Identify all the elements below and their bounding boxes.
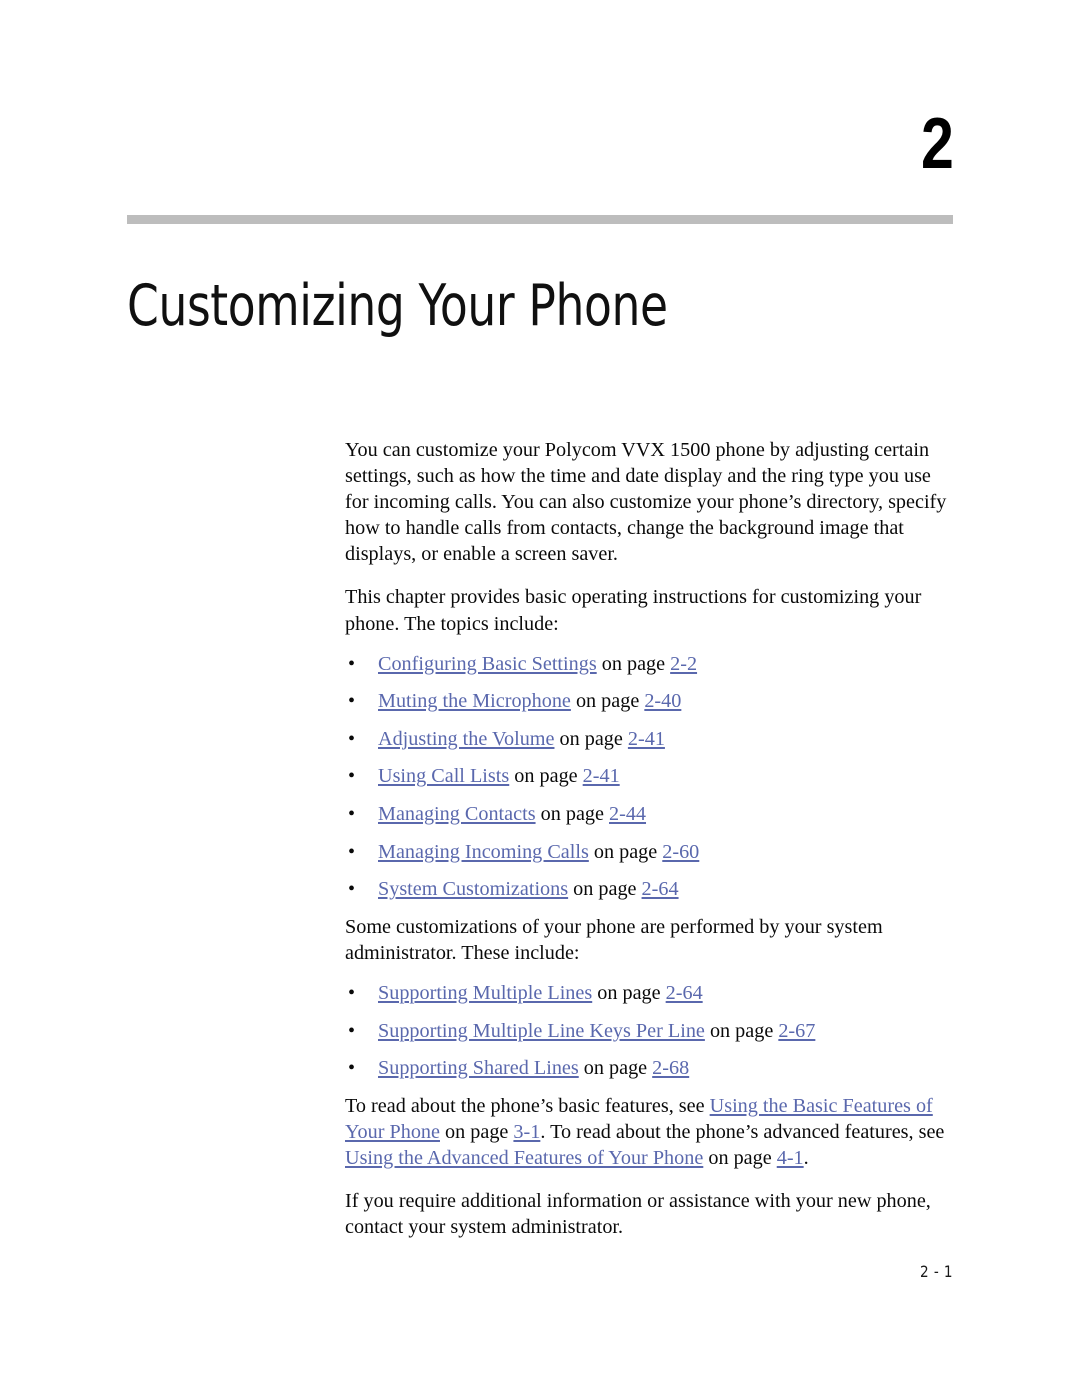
list-item: • Configuring Basic Settings on page 2-2	[345, 651, 957, 677]
list-item: • System Customizations on page 2-64	[345, 876, 957, 902]
bullet-icon: •	[348, 690, 356, 713]
topic-link[interactable]: System Customizations	[378, 878, 568, 900]
document-page: 2 Customizing Your Phone You can customi…	[0, 0, 1080, 1397]
on-page-label: on page	[592, 982, 666, 1004]
page-ref-link[interactable]: 2-64	[642, 878, 679, 900]
on-page-label: on page	[570, 690, 645, 713]
on-page-label: on page	[568, 878, 642, 901]
closing-paragraph-references: To read about the phone’s basic features…	[345, 1093, 957, 1171]
on-page-label: on page	[588, 840, 663, 863]
on-page-label: on page	[535, 803, 609, 826]
topic-link[interactable]: Using Call Lists	[378, 765, 509, 787]
chapter-divider-rule	[127, 215, 953, 224]
closing-text-1: To read about the phone’s basic features…	[345, 1094, 710, 1117]
on-page-label: on page	[704, 1019, 779, 1042]
page-ref-link[interactable]: 2-2	[670, 653, 697, 675]
list-item: • Supporting Shared Lines on page 2-68	[345, 1055, 957, 1081]
list-item: • Managing Incoming Calls on page 2-60	[345, 839, 957, 865]
list-item: • Supporting Multiple Line Keys Per Line …	[345, 1018, 957, 1044]
list-item: • Muting the Microphone on page 2-40	[345, 688, 957, 714]
list-item: • Supporting Multiple Lines on page 2-64	[345, 980, 957, 1006]
page-ref-link[interactable]: 2-44	[609, 803, 646, 825]
list-item: • Adjusting the Volume on page 2-41	[345, 726, 957, 752]
closing-text-2: . To read about the phone’s advanced fea…	[540, 1120, 945, 1143]
intro-paragraph-1: You can customize your Polycom VVX 1500 …	[345, 439, 947, 566]
bullet-icon: •	[348, 840, 356, 863]
on-page-label: on page	[578, 1057, 653, 1080]
page-ref-link[interactable]: 2-68	[652, 1057, 689, 1079]
bullet-icon: •	[348, 1019, 356, 1042]
on-page-label: on page	[703, 1146, 777, 1169]
bullet-icon: •	[348, 1057, 356, 1080]
page-ref-link-advanced[interactable]: 4-1	[777, 1147, 804, 1169]
on-page-label: on page	[596, 652, 671, 675]
list-item: • Managing Contacts on page 2-44	[345, 801, 957, 827]
bullet-icon: •	[348, 803, 356, 826]
admin-paragraph: Some customizations of your phone are pe…	[345, 915, 883, 964]
topics-list: • Configuring Basic Settings on page 2-2 …	[345, 651, 957, 903]
list-item: • Using Call Lists on page 2-41	[345, 763, 957, 789]
bullet-icon: •	[348, 727, 356, 750]
bullet-icon: •	[348, 765, 356, 788]
chapter-title: Customizing Your Phone	[127, 273, 668, 340]
page-ref-link[interactable]: 2-60	[662, 841, 699, 863]
topic-link[interactable]: Configuring Basic Settings	[378, 653, 597, 675]
bullet-icon: •	[348, 982, 356, 1004]
bullet-icon: •	[348, 878, 356, 901]
bullet-icon: •	[348, 652, 356, 675]
closing-period: .	[803, 1146, 809, 1169]
page-ref-link[interactable]: 2-67	[778, 1020, 815, 1042]
body-column: You can customize your Polycom VVX 1500 …	[345, 437, 957, 1257]
on-page-label: on page	[509, 765, 583, 788]
on-page-label: on page	[439, 1120, 514, 1143]
topic-link[interactable]: Managing Contacts	[378, 803, 536, 825]
topic-link[interactable]: Supporting Multiple Line Keys Per Line	[378, 1020, 705, 1042]
page-ref-link[interactable]: 2-41	[628, 728, 665, 750]
advanced-features-link[interactable]: Using the Advanced Features of Your Phon…	[345, 1147, 703, 1169]
admin-topics-list: • Supporting Multiple Lines on page 2-64 …	[345, 980, 957, 1081]
page-ref-link[interactable]: 2-41	[583, 765, 620, 787]
topic-link[interactable]: Supporting Shared Lines	[378, 1057, 579, 1079]
page-ref-link-basic[interactable]: 3-1	[513, 1121, 540, 1143]
page-ref-link[interactable]: 2-64	[666, 982, 703, 1004]
chapter-number: 2	[920, 104, 954, 184]
topic-link[interactable]: Managing Incoming Calls	[378, 841, 589, 863]
assistance-paragraph: If you require additional information or…	[345, 1190, 931, 1239]
topic-link[interactable]: Muting the Microphone	[378, 690, 571, 712]
topic-link[interactable]: Adjusting the Volume	[378, 728, 554, 750]
intro-paragraph-2: This chapter provides basic operating in…	[345, 586, 922, 635]
on-page-label: on page	[554, 727, 628, 750]
page-ref-link[interactable]: 2-40	[644, 690, 681, 712]
topic-link[interactable]: Supporting Multiple Lines	[378, 982, 592, 1004]
page-folio: 2 - 1	[920, 1262, 953, 1281]
